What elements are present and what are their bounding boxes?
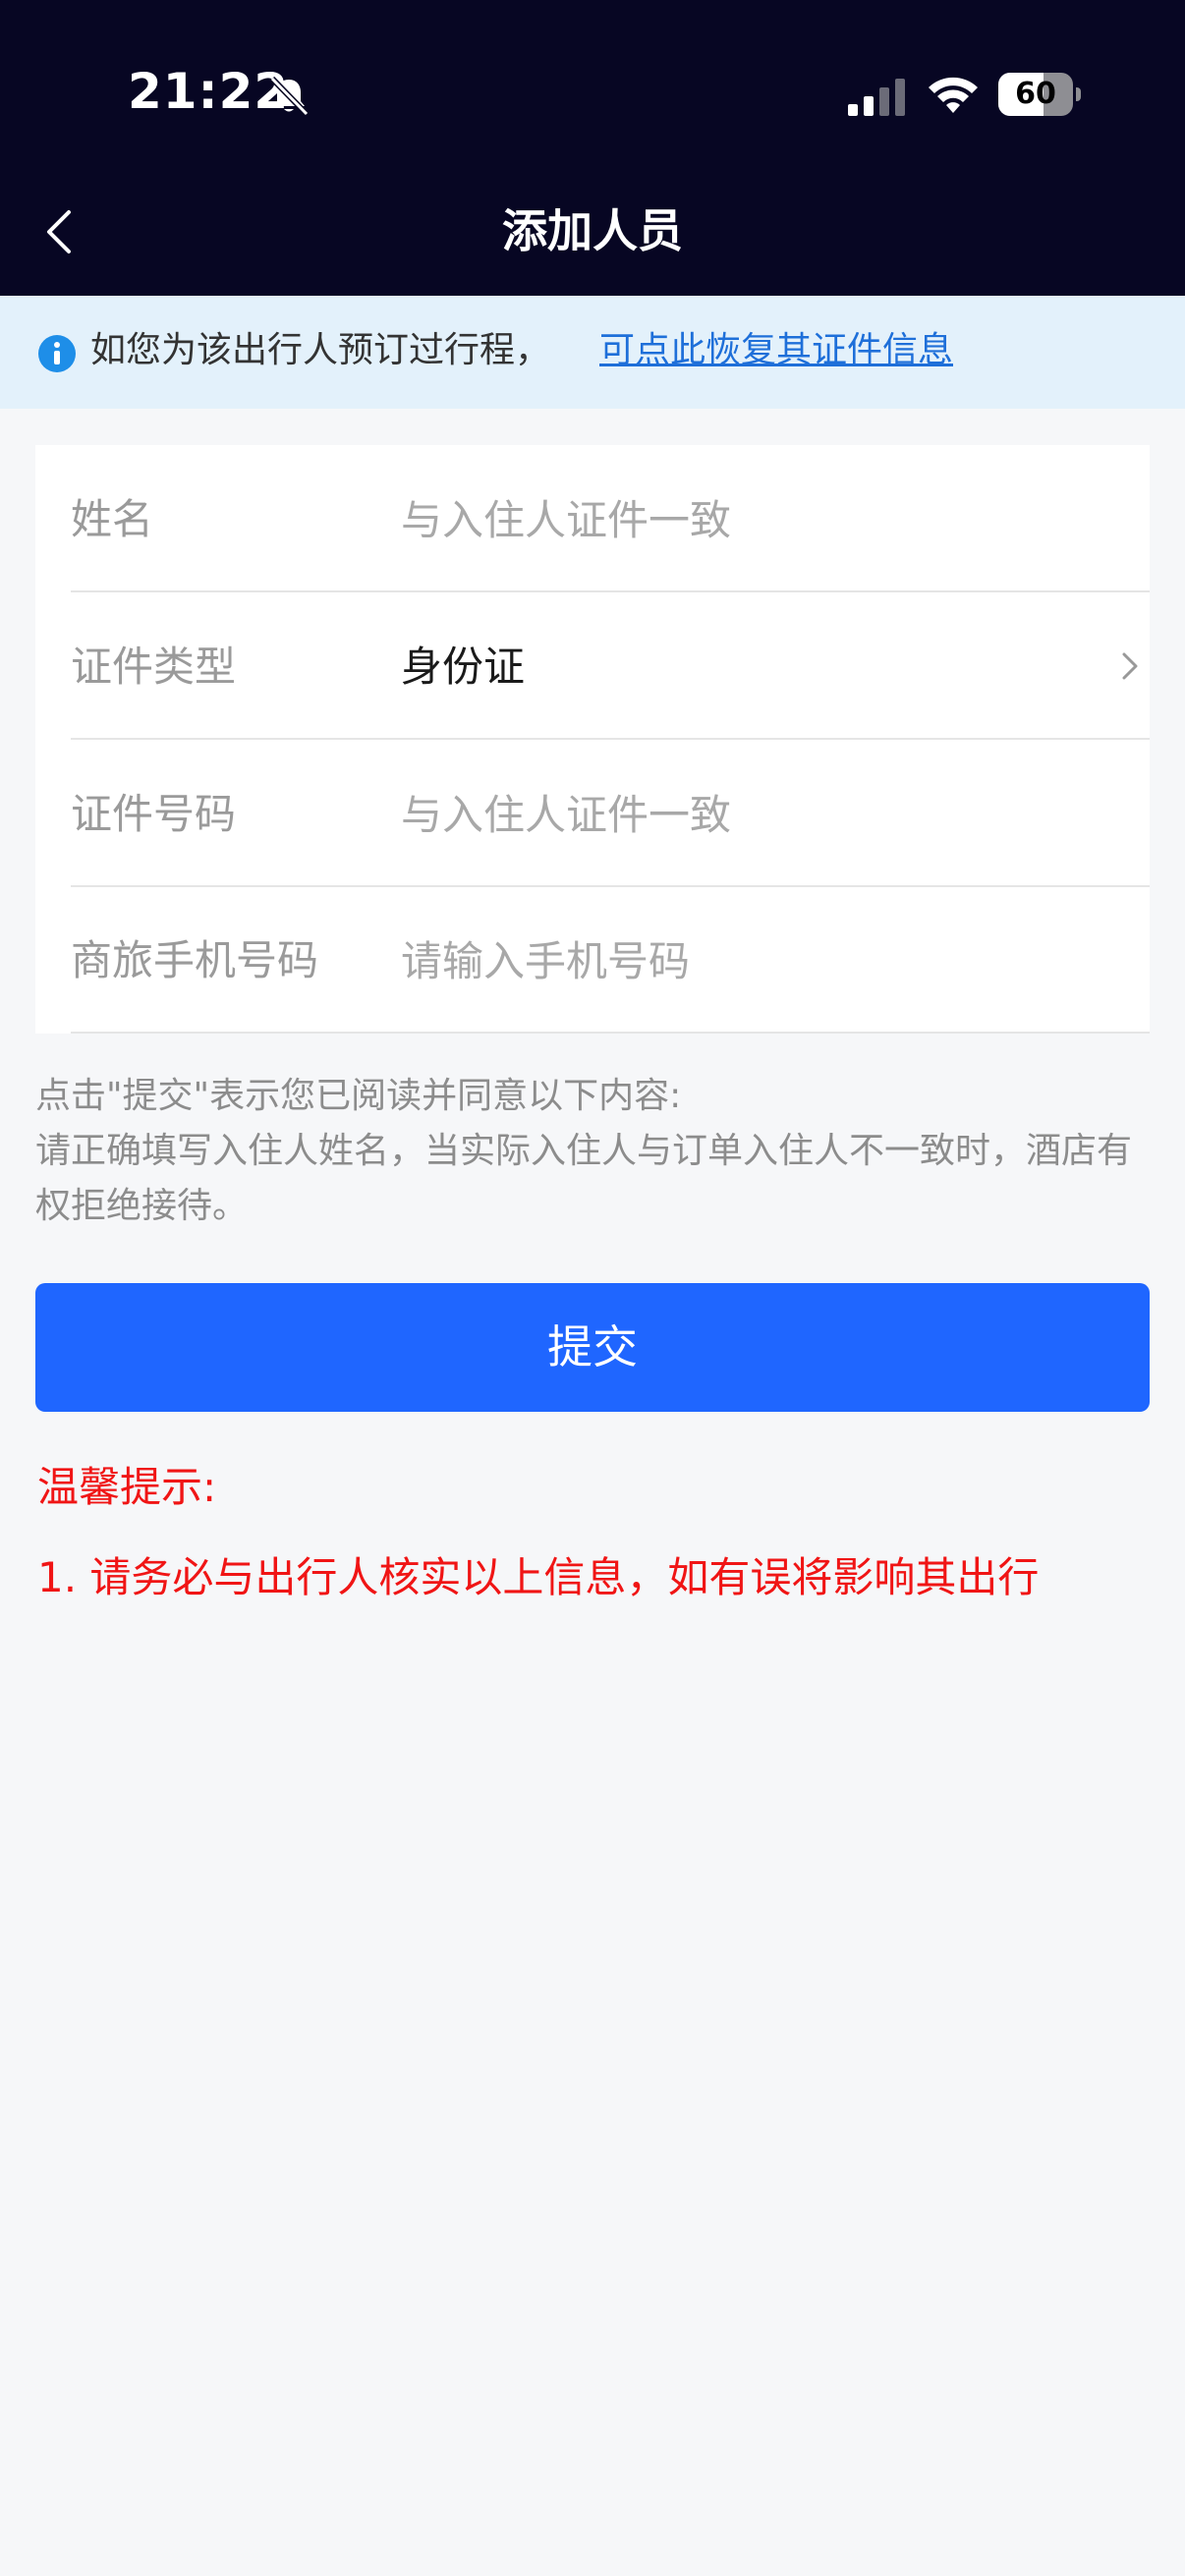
notice-text: 如您为该出行人预订过行程，: [90, 330, 551, 370]
id-type-value: 身份证: [401, 643, 526, 691]
id-number-label: 证件号码: [71, 790, 237, 838]
id-type-selector[interactable]: 证件类型 身份证: [35, 592, 1150, 740]
name-label: 姓名: [71, 495, 154, 543]
submit-button[interactable]: 提交: [35, 1283, 1150, 1412]
form-row-id-number: 证件号码: [35, 740, 1150, 887]
phone-input[interactable]: [401, 925, 1108, 996]
form-row-phone: 商旅手机号码: [35, 886, 1150, 1034]
restore-id-info-link[interactable]: 可点此恢复其证件信息: [599, 326, 953, 375]
phone-label: 商旅手机号码: [71, 936, 319, 984]
agreement-text: 点击"提交"表示您已阅读并同意以下内容: 请正确填写入住人姓名，当实际入住人与订…: [35, 1069, 1150, 1234]
agreement-line-1: 点击"提交"表示您已阅读并同意以下内容:: [35, 1076, 682, 1116]
info-icon: [38, 335, 76, 372]
page-title: 添加人员: [502, 204, 683, 257]
form-row-name: 姓名: [35, 445, 1150, 592]
cell-signal-icon: [848, 79, 905, 116]
form-card: 姓名 证件类型 身份证 证件号码 商旅手机号码: [35, 445, 1150, 1034]
chevron-right-icon: [1122, 652, 1138, 680]
id-type-label: 证件类型: [71, 643, 237, 691]
bell-off-icon: [269, 76, 310, 117]
battery-body: 60: [998, 73, 1073, 116]
row-divider: [71, 1032, 1150, 1034]
battery-tip: [1076, 87, 1081, 101]
id-number-input[interactable]: [401, 779, 1108, 850]
tips-item: 1. 请务必与出行人核实以上信息，如有误将影响其出行: [37, 1553, 1040, 1601]
name-input[interactable]: [401, 484, 1108, 555]
tips-title: 温馨提示:: [37, 1463, 217, 1511]
status-time: 21:22: [128, 63, 290, 120]
wifi-icon: [929, 77, 978, 113]
agreement-line-2: 请正确填写入住人姓名，当实际入住人与订单入住人不一致时，酒店有权拒绝接待。: [35, 1131, 1133, 1226]
battery-icon: 60: [998, 73, 1081, 116]
battery-percent: 60: [1015, 77, 1056, 111]
